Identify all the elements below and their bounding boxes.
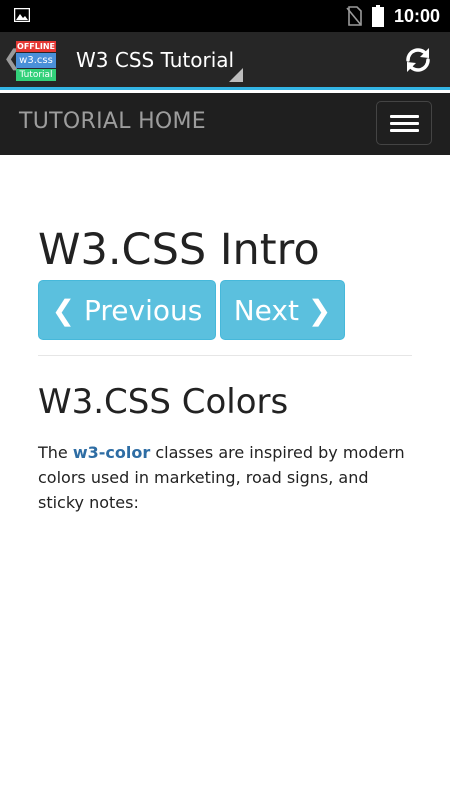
- spinner-dropdown-icon: [229, 68, 243, 82]
- divider: [38, 355, 412, 356]
- app-title-spinner[interactable]: W3 CSS Tutorial: [76, 48, 234, 72]
- app-logo[interactable]: OFFLINE w3.css Tutorial: [16, 41, 56, 83]
- page-title: W3.CSS Intro: [38, 225, 320, 275]
- paragraph-text-start: The: [38, 443, 73, 462]
- refresh-icon[interactable]: [402, 44, 434, 76]
- logo-w3css-label: w3.css: [16, 53, 56, 68]
- logo-tutorial-label: Tutorial: [16, 69, 56, 81]
- battery-icon: [371, 5, 384, 27]
- section-paragraph: The w3-color classes are inspired by mod…: [38, 440, 412, 515]
- tutorial-home-link[interactable]: TUTORIAL HOME: [19, 109, 206, 134]
- status-time: 10:00: [393, 5, 440, 26]
- menu-bar-line: [390, 122, 419, 125]
- next-button[interactable]: Next ❯: [220, 280, 345, 340]
- image-notification-icon: [14, 8, 30, 22]
- main-content: W3.CSS Intro ❮ Previous Next ❯ W3.CSS Co…: [38, 220, 412, 515]
- menu-bar-line: [390, 115, 419, 118]
- status-bar: 10:00: [0, 0, 450, 32]
- no-sim-icon: [346, 6, 362, 26]
- logo-offline-label: OFFLINE: [16, 41, 56, 52]
- previous-button[interactable]: ❮ Previous: [38, 280, 216, 340]
- menu-bar-line: [390, 129, 419, 132]
- w3-color-link[interactable]: w3-color: [73, 443, 150, 462]
- app-bar: ❮ OFFLINE w3.css Tutorial W3 CSS Tutoria…: [0, 32, 450, 90]
- pagination-buttons: ❮ Previous Next ❯: [38, 280, 412, 340]
- section-title: W3.CSS Colors: [38, 382, 289, 422]
- nav-bar: TUTORIAL HOME: [0, 93, 450, 155]
- hamburger-menu-button[interactable]: [376, 101, 432, 145]
- status-icons: 10:00: [346, 0, 440, 32]
